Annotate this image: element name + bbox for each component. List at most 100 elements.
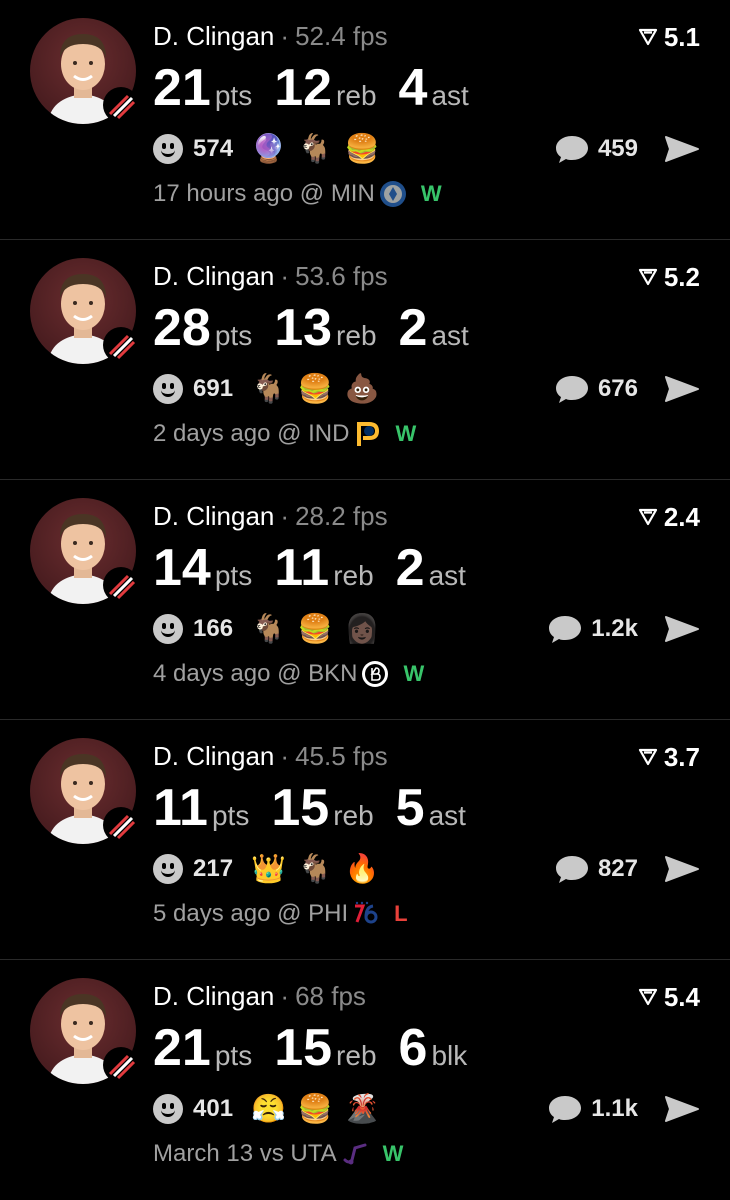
smiley-icon[interactable] xyxy=(153,1094,183,1124)
share-icon[interactable] xyxy=(664,1094,700,1124)
smiley-icon[interactable] xyxy=(153,614,183,644)
share-icon[interactable] xyxy=(664,374,700,404)
stat-label: pts xyxy=(214,560,253,591)
stat-line: 21 pts 15 reb 6 blk xyxy=(153,1018,489,1078)
stat-label: reb xyxy=(336,320,377,351)
game-meta: 2 days ago @ IND W xyxy=(153,420,416,448)
trail-blazers-logo xyxy=(103,327,139,363)
time-ago: 5 days ago xyxy=(153,900,271,927)
comment-count: 1.1k xyxy=(591,1095,638,1122)
reactions: 401 😤 🍔 🌋 xyxy=(153,1092,392,1126)
separator-dot: · xyxy=(280,261,290,291)
stat-label: reb xyxy=(333,560,374,591)
reaction-emoji[interactable]: 👩🏿 xyxy=(345,612,380,646)
comment-icon[interactable] xyxy=(547,1094,583,1124)
trail-blazers-logo xyxy=(103,87,139,123)
game-meta: 4 days ago @ BKN W xyxy=(153,660,424,688)
stat-label: ast xyxy=(428,560,466,591)
game-rating[interactable]: 5.1 xyxy=(638,22,700,52)
venue: @ BKN xyxy=(277,660,358,687)
player-name[interactable]: D. Clingan xyxy=(153,21,274,51)
reaction-emoji[interactable]: 🌋 xyxy=(345,1092,380,1126)
game-meta: 5 days ago @ PHI L xyxy=(153,900,408,928)
smiley-icon[interactable] xyxy=(153,854,183,884)
stat-value: 4 xyxy=(398,59,428,117)
game-rating[interactable]: 2.4 xyxy=(638,502,700,532)
reaction-emoji[interactable]: 💩 xyxy=(345,372,380,406)
stat-label: reb xyxy=(336,80,377,111)
comment-icon[interactable] xyxy=(547,614,583,644)
rating-icon xyxy=(638,508,657,526)
stat-label: pts xyxy=(214,320,253,351)
reaction-emoji[interactable]: 🔮 xyxy=(251,132,286,166)
player-name[interactable]: D. Clingan xyxy=(153,981,274,1011)
separator-dot: · xyxy=(280,741,290,771)
rating-value: 5.2 xyxy=(663,262,700,292)
venue: vs UTA xyxy=(259,1140,337,1167)
game-card[interactable]: D. Clingan · 45.5 fps 3.7 11 pts 15 reb 5 ast… xyxy=(0,720,730,960)
reaction-emoji[interactable]: 🍔 xyxy=(298,612,333,646)
pacers-logo xyxy=(357,422,380,446)
comment-share-group: 676 xyxy=(554,372,700,406)
share-icon[interactable] xyxy=(664,854,700,884)
reaction-emoji[interactable]: 🐐 xyxy=(298,132,333,166)
game-card[interactable]: D. Clingan · 52.4 fps 5.1 21 pts 12 reb 4 ast… xyxy=(0,0,730,240)
stat-line: 21 pts 12 reb 4 ast xyxy=(153,58,491,118)
reaction-emoji[interactable]: 🍔 xyxy=(298,372,333,406)
separator-dot: · xyxy=(280,501,290,531)
reaction-emoji[interactable]: 🔥 xyxy=(345,852,380,886)
fantasy-points: 68 fps xyxy=(295,981,366,1011)
rating-value: 3.7 xyxy=(663,742,700,772)
player-name[interactable]: D. Clingan xyxy=(153,501,274,531)
share-icon[interactable] xyxy=(664,614,700,644)
rating-icon xyxy=(638,28,657,46)
stat-line: 14 pts 11 reb 2 ast xyxy=(153,538,488,598)
post-header: D. Clingan · 52.4 fps xyxy=(153,20,388,52)
stat-value: 2 xyxy=(395,539,425,597)
share-icon[interactable] xyxy=(664,134,700,164)
separator-dot: · xyxy=(280,21,290,51)
stat-label: ast xyxy=(431,80,469,111)
game-card[interactable]: D. Clingan · 68 fps 5.4 21 pts 15 reb 6 blk 4… xyxy=(0,960,730,1200)
reactions: 166 🐐 🍔 👩🏿 xyxy=(153,612,392,646)
smiley-icon[interactable] xyxy=(153,134,183,164)
game-card[interactable]: D. Clingan · 53.6 fps 5.2 28 pts 13 reb 2 ast… xyxy=(0,240,730,480)
stat-value: 15 xyxy=(274,1019,333,1077)
time-ago: March 13 xyxy=(153,1140,254,1167)
post-header: D. Clingan · 53.6 fps xyxy=(153,260,388,292)
stat-line: 11 pts 15 reb 5 ast xyxy=(153,778,488,838)
reaction-count: 691 xyxy=(193,375,234,402)
player-name[interactable]: D. Clingan xyxy=(153,261,274,291)
comment-icon[interactable] xyxy=(554,134,590,164)
rating-value: 5.4 xyxy=(663,982,700,1012)
smiley-icon[interactable] xyxy=(153,374,183,404)
reaction-emoji[interactable]: 🐐 xyxy=(251,612,286,646)
trail-blazers-logo xyxy=(103,807,139,843)
stat-label: pts xyxy=(214,1040,253,1071)
nets-logo xyxy=(362,661,389,687)
stat-label: blk xyxy=(431,1040,468,1071)
comment-icon[interactable] xyxy=(554,374,590,404)
stat-label: pts xyxy=(214,80,253,111)
venue: @ IND xyxy=(277,420,350,447)
stat-label: reb xyxy=(333,800,374,831)
reaction-emoji[interactable]: 👑 xyxy=(251,852,286,886)
comment-share-group: 1.1k xyxy=(547,1092,700,1126)
reaction-emoji[interactable]: 🐐 xyxy=(298,852,333,886)
player-name[interactable]: D. Clingan xyxy=(153,741,274,771)
game-card[interactable]: D. Clingan · 28.2 fps 2.4 14 pts 11 reb 2 ast… xyxy=(0,480,730,720)
comment-count: 1.2k xyxy=(591,615,638,642)
reactions: 217 👑 🐐 🔥 xyxy=(153,852,392,886)
game-rating[interactable]: 3.7 xyxy=(638,742,700,772)
reaction-emoji[interactable]: 😤 xyxy=(251,1092,286,1126)
stat-value: 28 xyxy=(153,299,211,357)
stat-line: 28 pts 13 reb 2 ast xyxy=(153,298,491,358)
game-rating[interactable]: 5.4 xyxy=(638,982,700,1012)
game-rating[interactable]: 5.2 xyxy=(638,262,700,292)
comment-icon[interactable] xyxy=(554,854,590,884)
game-result: L xyxy=(394,901,408,926)
reaction-emoji[interactable]: 🐐 xyxy=(251,372,286,406)
rating-icon xyxy=(638,988,657,1006)
reaction-emoji[interactable]: 🍔 xyxy=(298,1092,333,1126)
reaction-emoji[interactable]: 🍔 xyxy=(345,132,380,166)
